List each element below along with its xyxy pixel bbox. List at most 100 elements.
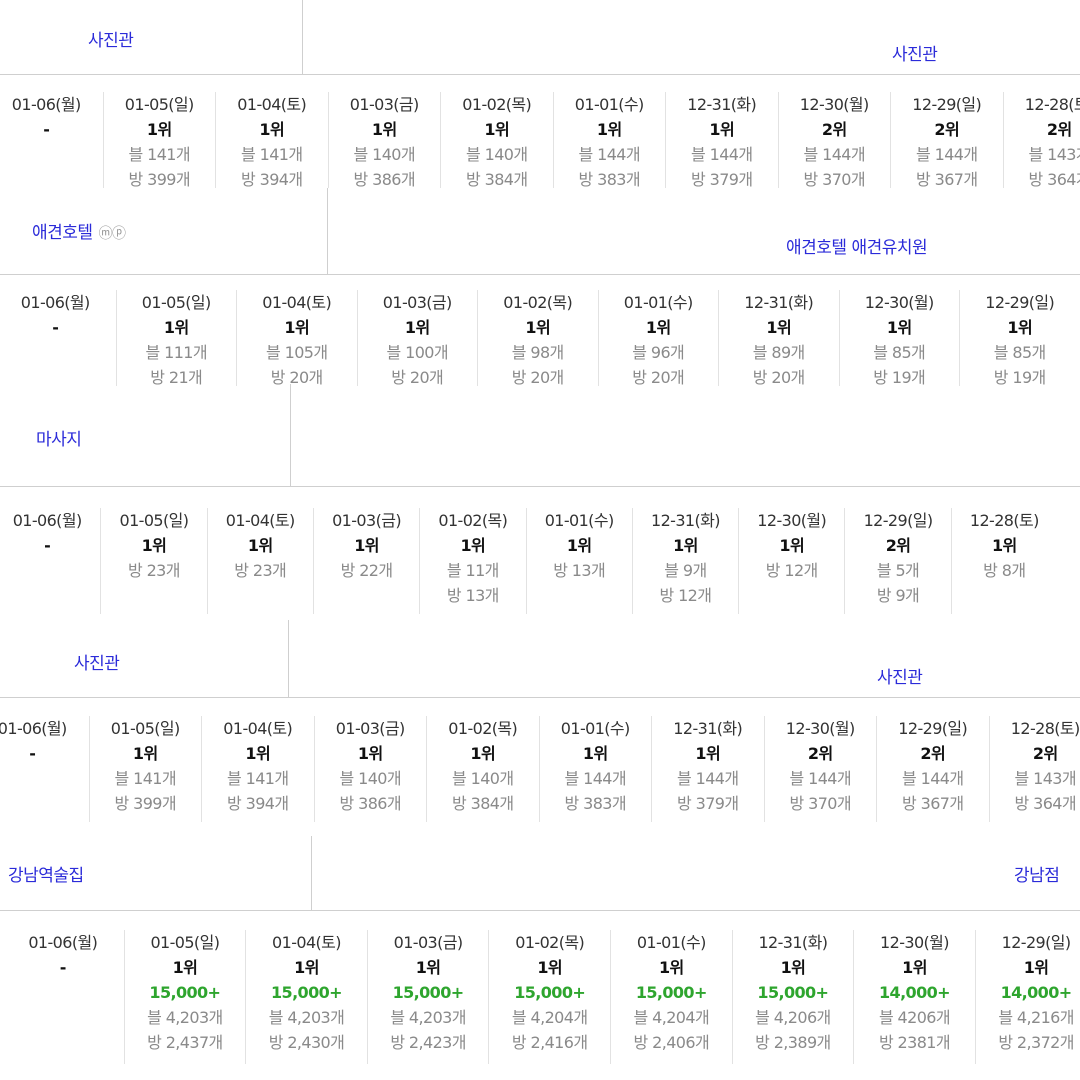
rank-value: 2위 xyxy=(1032,744,1058,763)
blog-count: 블 4206개 xyxy=(878,1008,951,1027)
blog-count: 블 4,203개 xyxy=(268,1008,345,1027)
rank-day-cell: 01-02(목) 1위 블 140개 방 384개 xyxy=(426,716,539,822)
section-keyword-link[interactable]: 사진관 xyxy=(88,26,134,51)
date-label: 12-28(토) xyxy=(1010,719,1080,738)
blog-count: 블 4,204개 xyxy=(511,1008,588,1027)
place-name-link[interactable]: 사진관 xyxy=(877,663,923,688)
section-divider xyxy=(327,188,328,274)
rank-value: 1위 xyxy=(247,536,273,555)
place-count: 방 21개 xyxy=(150,368,203,387)
keyword-text[interactable]: 사진관 xyxy=(88,31,134,51)
date-label: 12-29(일) xyxy=(898,719,968,738)
date-label: 12-31(화) xyxy=(744,293,814,312)
keyword-text[interactable]: 애견호텔 xyxy=(32,223,93,243)
place-count: 방 23개 xyxy=(234,561,287,580)
rank-day-cell: 01-05(일) 1위 블 141개 방 399개 xyxy=(88,716,202,822)
rank-value: 1위 xyxy=(596,120,622,139)
date-label: 01-05(일) xyxy=(141,293,212,312)
rank-day-cell: 12-28(토) 2위블 143개방 364개 xyxy=(988,716,1080,822)
rank-day-cell: 01-03(금) 1위 방 22개 xyxy=(312,508,419,614)
rank-value: 2위 xyxy=(885,536,911,555)
rank-value: 1위 xyxy=(357,744,383,763)
rank-value: 1위 xyxy=(709,120,735,139)
place-count: 방 2,423개 xyxy=(390,1033,466,1052)
blog-count: 블 4,204개 xyxy=(633,1008,710,1027)
rank-value: - xyxy=(43,120,50,139)
date-label: 01-01(수) xyxy=(623,293,694,312)
section-keyword-link[interactable]: 마사지 xyxy=(36,425,82,450)
place-count: 방 383개 xyxy=(578,170,641,189)
place-count: 방 383개 xyxy=(564,794,627,813)
mobile-pc-icon: ⓜⓟ xyxy=(98,226,127,242)
rank-day-cell: 12-30(월) 1위블 85개방 19개 xyxy=(838,290,960,387)
rank-value: 1위 xyxy=(645,318,671,337)
rank-day-cell: 12-28(토) 1위 방 8개 xyxy=(950,508,1057,614)
blog-count: 블 143개 xyxy=(1014,769,1077,788)
rank-value: - xyxy=(59,958,67,977)
date-label: 01-03(금) xyxy=(332,511,402,530)
rank-day-cell: 01-06(월) - xyxy=(0,508,100,614)
place-count: 방 386개 xyxy=(353,170,416,189)
blog-count: 블 144개 xyxy=(803,145,866,164)
rank-value: 2위 xyxy=(934,120,960,139)
date-label: 01-03(금) xyxy=(382,293,453,312)
rank-value: 1위 xyxy=(886,318,912,337)
place-name-link[interactable]: 애견호텔 애견유치원 xyxy=(786,233,928,258)
date-label: 12-31(화) xyxy=(687,95,757,114)
rank-day-cell: 01-04(토) 1위 블 141개 방 394개 xyxy=(201,716,314,822)
rank-value: 1위 xyxy=(779,536,805,555)
place-count: 방 19개 xyxy=(873,368,926,387)
rank-value: 1위 xyxy=(566,536,592,555)
place-name-link[interactable]: 사진관 xyxy=(892,40,938,65)
place-count: 방 386개 xyxy=(339,794,402,813)
place-name-link[interactable]: 강남점 xyxy=(1014,861,1060,886)
rank-day-cell: 01-02(목) 1위 블 11개 방 13개 xyxy=(419,508,525,614)
date-label: 12-31(화) xyxy=(673,719,743,738)
date-label: 01-01(수) xyxy=(544,511,615,530)
blog-count: 블 96개 xyxy=(632,343,685,362)
rank-day-cell: 12-28(토) 2위블 143개방 364개 xyxy=(1002,92,1080,189)
rank-day-cell: 01-02(목) 1위 15,000+ 블 4,204개 방 2,416개 xyxy=(488,930,610,1064)
rank-value: - xyxy=(52,318,59,337)
date-label: 01-06(월) xyxy=(0,719,67,738)
place-count: 방 13개 xyxy=(446,586,499,605)
rank-day-cell: 01-01(수) 1위 블 144개 방 383개 xyxy=(538,716,652,822)
row-divider xyxy=(0,697,1080,698)
section-keyword-link[interactable]: 사진관 xyxy=(74,649,120,674)
date-label: 01-02(목) xyxy=(503,293,573,312)
rank-day-cell: 01-06(월) - xyxy=(0,716,89,822)
keyword-text[interactable]: 강남역술집 xyxy=(8,866,84,886)
blog-count: 블 144개 xyxy=(677,769,739,788)
section-keyword-link[interactable]: 강남역술집 xyxy=(8,861,84,886)
rank-day-cell: 01-01(수) 1위 15,000+ 블 4,204개 방 2,406개 xyxy=(610,930,732,1064)
date-label: 01-02(목) xyxy=(448,719,518,738)
blog-count: 블 85개 xyxy=(993,343,1046,362)
rank-day-cell: 01-04(토) 1위 블 105개 방 20개 xyxy=(236,290,357,387)
place-count: 방 20개 xyxy=(632,368,685,387)
place-count: 방 13개 xyxy=(553,561,606,580)
date-label: 01-01(수) xyxy=(574,95,645,114)
keyword-text[interactable]: 마사지 xyxy=(36,430,82,450)
blog-count: 블 85개 xyxy=(873,343,926,362)
blog-count: 블 140개 xyxy=(353,145,416,164)
date-label: 12-30(월) xyxy=(799,95,870,114)
place-count: 방 2,406개 xyxy=(633,1033,710,1052)
rank-value: 1위 xyxy=(163,318,189,337)
date-label: 12-30(월) xyxy=(864,293,935,312)
rank-day-cell: 12-29(일) 1위 14,000+ 블 4,216개 방 2,372개 xyxy=(974,930,1080,1064)
date-label: 12-31(화) xyxy=(758,933,828,952)
keyword-text[interactable]: 사진관 xyxy=(74,654,120,674)
blog-count: 블 144개 xyxy=(789,769,852,788)
blog-count: 블 4,216개 xyxy=(998,1008,1074,1027)
rank-value: 1위 xyxy=(1007,318,1033,337)
section-keyword-link[interactable]: 애견호텔 ⓜⓟ xyxy=(32,218,126,243)
place-count: 방 394개 xyxy=(241,170,303,189)
rank-value: 1위 xyxy=(525,318,551,337)
rank-day-cell: 01-06(월) - xyxy=(2,930,124,1064)
blog-count: 블 9개 xyxy=(664,561,707,580)
blog-count: 블 143개 xyxy=(1028,145,1080,164)
date-label: 12-30(월) xyxy=(757,511,827,530)
blog-count: 블 141개 xyxy=(128,145,191,164)
section-divider xyxy=(288,620,289,697)
blog-count: 블 105개 xyxy=(266,343,328,362)
